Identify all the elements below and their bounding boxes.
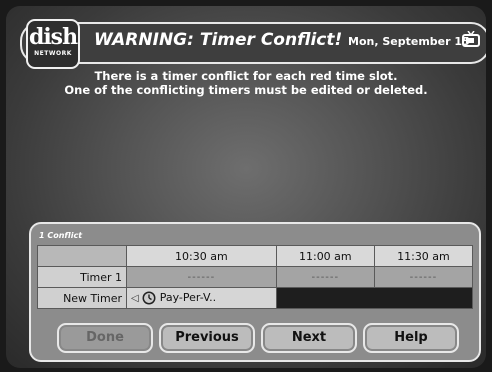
header-bar: dish NETWORK WARNING: Timer Conflict! Mo… [20,19,486,69]
new-timer-empty-slot [275,287,474,309]
time-slot-header: 10:30 am [126,245,277,267]
left-arrow-icon: ◁ [131,293,139,304]
tv-icon [462,31,480,47]
timer-slot[interactable]: ------ [126,266,277,288]
time-header-row: 10:30 am 11:00 am 11:30 am [37,245,474,267]
tv-screen: dish NETWORK WARNING: Timer Conflict! Mo… [6,6,486,368]
help-button[interactable]: Help [363,323,459,353]
timer-1-label: Timer 1 [37,266,127,288]
logo-main-text: dish [28,24,78,50]
dish-network-logo: dish NETWORK [26,19,80,69]
timer-1-row[interactable]: Timer 1 ------ ------ ------ [37,266,474,288]
new-timer-label: New Timer [37,287,127,309]
time-slot-header: 11:30 am [373,245,474,267]
clock-icon [142,291,156,305]
conflict-grid: 10:30 am 11:00 am 11:30 am Timer 1 -----… [37,245,474,309]
page-title: WARNING: Timer Conflict! [94,30,343,50]
new-timer-row[interactable]: New Timer ◁ Pay-Per-V.. [37,287,474,309]
new-timer-program-cell[interactable]: ◁ Pay-Per-V.. [126,287,277,309]
program-name: Pay-Per-V.. [159,291,217,304]
logo-sub-text: NETWORK [34,50,72,57]
date-label: Mon, September 15 [348,35,470,48]
warning-message: There is a timer conflict for each red t… [6,69,486,97]
previous-button[interactable]: Previous [159,323,255,353]
timer-slot[interactable]: ------ [275,266,375,288]
next-button[interactable]: Next [261,323,357,353]
message-line-2: One of the conflicting timers must be ed… [64,83,428,97]
done-button[interactable]: Done [57,323,153,353]
conflict-panel: 1 Conflict 10:30 am 11:00 am 11:30 am Ti… [29,222,481,362]
message-line-1: There is a timer conflict for each red t… [94,69,398,83]
conflict-count-label: 1 Conflict [39,231,83,240]
button-row: Done Previous Next Help [51,323,471,353]
time-slot-header: 11:00 am [275,245,375,267]
corner-cell [37,245,127,267]
timer-slot[interactable]: ------ [373,266,474,288]
